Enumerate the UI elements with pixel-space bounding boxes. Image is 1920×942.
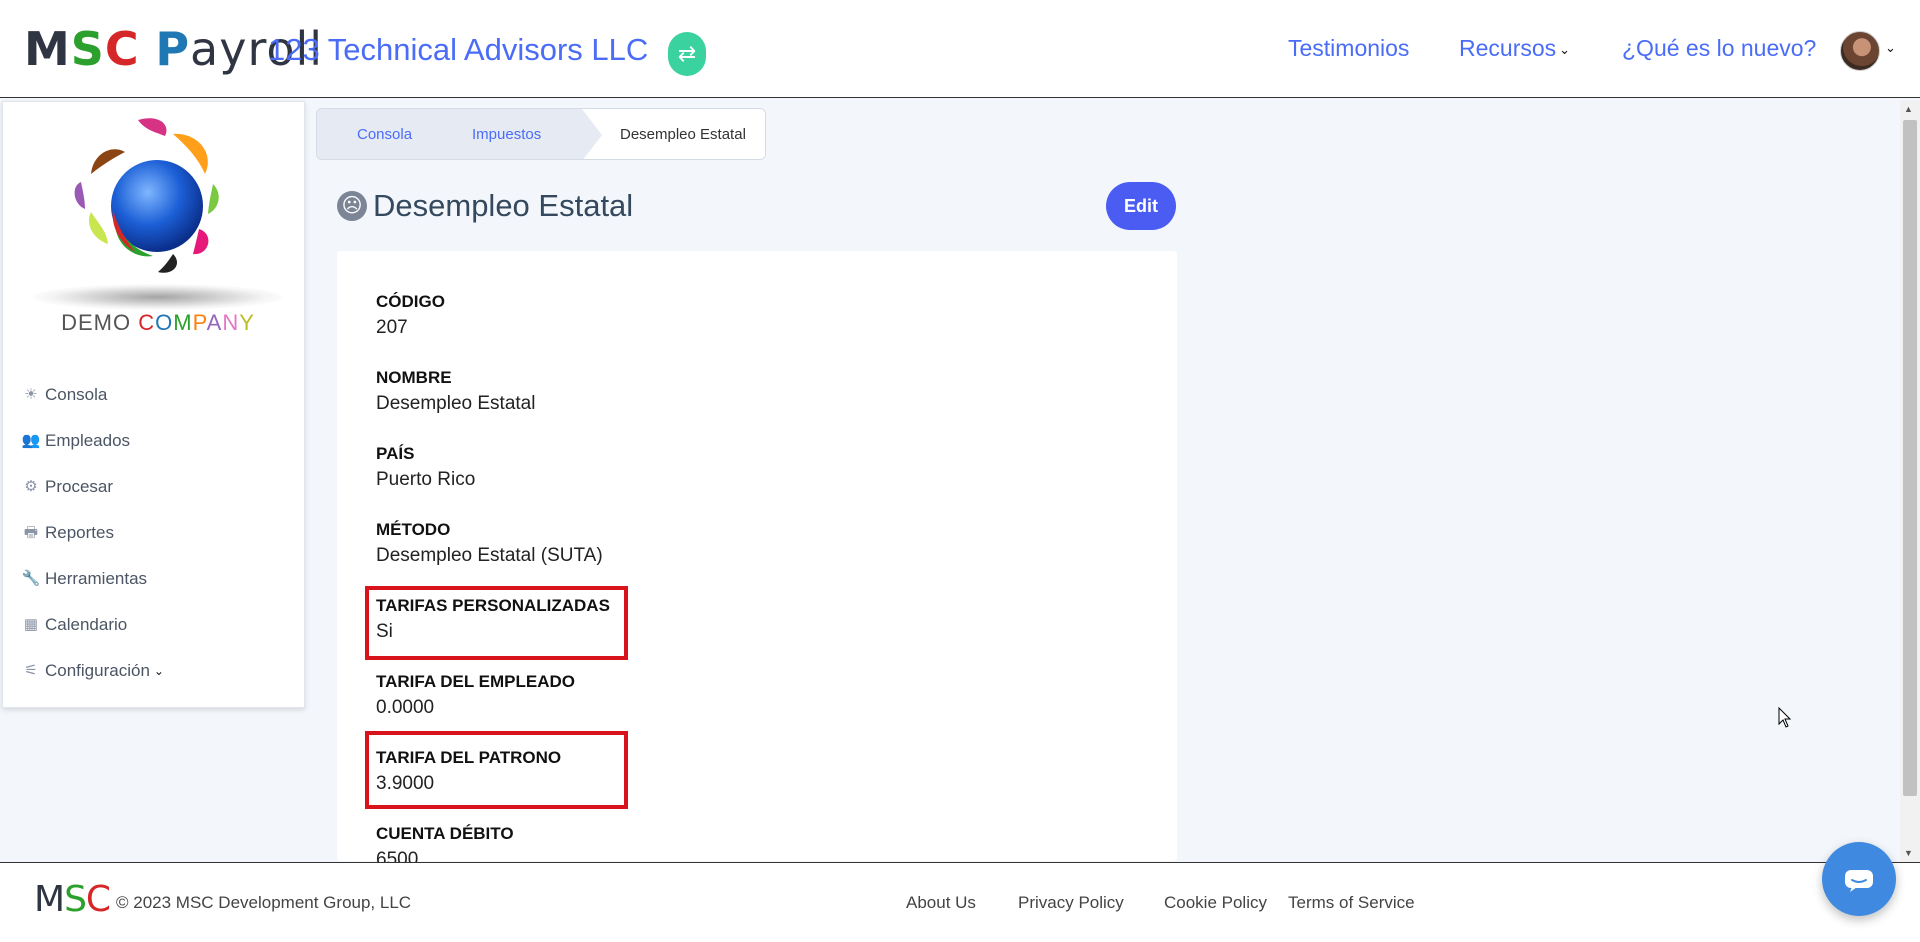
field-tarifa-empleado: TARIFA DEL EMPLEADO 0.0000 bbox=[376, 671, 575, 723]
footer-msc-logo[interactable]: MSC bbox=[34, 879, 111, 920]
logo-letter-s: S bbox=[70, 22, 105, 76]
field-pais: PAÍS Puerto Rico bbox=[376, 443, 475, 495]
logo-letter-c: C bbox=[104, 22, 140, 76]
logo-text-demo: DEMO bbox=[61, 310, 139, 335]
field-tarifa-patrono: TARIFA DEL PATRONO 3.9000 bbox=[376, 747, 561, 799]
chevron-down-icon[interactable]: ⌄ bbox=[1885, 40, 1896, 56]
logo-shadow bbox=[33, 284, 283, 310]
sidebar-item-calendario[interactable]: ▦ Calendario bbox=[21, 602, 164, 648]
breadcrumb: Consola Impuestos Desempleo Estatal bbox=[316, 108, 766, 160]
page-title-row: ☹ Desempleo Estatal bbox=[337, 188, 633, 224]
field-value: Desempleo Estatal (SUTA) bbox=[376, 545, 603, 566]
logo-letter-m: M bbox=[34, 879, 65, 920]
sidebar-item-reportes[interactable]: 🖶 Reportes bbox=[21, 510, 164, 556]
details-card: CÓDIGO 207 NOMBRE Desempleo Estatal PAÍS… bbox=[337, 251, 1177, 870]
field-codigo: CÓDIGO 207 bbox=[376, 291, 445, 343]
field-metodo: MÉTODO Desempleo Estatal (SUTA) bbox=[376, 519, 603, 571]
sidebar-menu: ☀ Consola 👥 Empleados ⚙ Procesar 🖶 Repor… bbox=[21, 372, 164, 694]
user-avatar[interactable] bbox=[1840, 31, 1880, 71]
field-label: PAÍS bbox=[376, 444, 415, 463]
gears-icon: ⚙ bbox=[24, 478, 38, 495]
footer-link-privacy[interactable]: Privacy Policy bbox=[1018, 893, 1124, 913]
wrench-icon: 🔧 bbox=[21, 570, 41, 587]
copyright-text: © 2023 MSC Development Group, LLC bbox=[116, 893, 412, 912]
logo-letter-p: P bbox=[155, 22, 191, 76]
sidebar-item-label: Reportes bbox=[45, 523, 114, 542]
printer-icon: 🖶 bbox=[23, 524, 39, 541]
logo-text-letter: M bbox=[173, 310, 193, 335]
sliders-icon: ⚟ bbox=[24, 662, 38, 679]
footer-link-about[interactable]: About Us bbox=[906, 893, 976, 913]
switch-company-button[interactable]: ⇄ bbox=[668, 32, 706, 76]
swap-arrows-icon: ⇄ bbox=[677, 41, 697, 66]
breadcrumb-consola[interactable]: Consola bbox=[317, 109, 437, 159]
field-value: Si bbox=[376, 621, 393, 642]
field-value: 207 bbox=[376, 317, 408, 338]
chat-button[interactable] bbox=[1822, 842, 1896, 916]
logo-text-letter: Y bbox=[239, 310, 255, 335]
scroll-down-icon[interactable]: ▼ bbox=[1904, 848, 1913, 858]
sidebar-item-configuracion[interactable]: ⚟ Configuración ⌄ bbox=[21, 648, 164, 694]
page-scrollbar[interactable]: ▲ ▼ bbox=[1900, 100, 1920, 862]
field-label: TARIFAS PERSONALIZADAS bbox=[376, 596, 610, 615]
company-name[interactable]: 123 Technical Advisors LLC bbox=[268, 30, 648, 70]
sidebar-item-consola[interactable]: ☀ Consola bbox=[21, 372, 164, 418]
sidebar-item-label: Procesar bbox=[45, 477, 114, 496]
field-label: TARIFA DEL EMPLEADO bbox=[376, 672, 575, 691]
top-header: MSC Payroll 123 Technical Advisors LLC ⇄… bbox=[0, 0, 1920, 98]
breadcrumb-current: Desempleo Estatal bbox=[582, 109, 765, 159]
footer: MSC © 2023 MSC Development Group, LLC Ab… bbox=[0, 862, 1920, 942]
scroll-up-icon[interactable]: ▲ bbox=[1904, 104, 1913, 114]
logo-text-letter: C bbox=[138, 310, 156, 335]
breadcrumb-impuestos[interactable]: Impuestos bbox=[437, 109, 602, 159]
calendar-icon: ▦ bbox=[23, 616, 39, 633]
nav-testimonials[interactable]: Testimonios bbox=[1288, 33, 1409, 63]
logo-text-letter: A bbox=[206, 310, 223, 335]
logo-letter-s: S bbox=[64, 879, 87, 920]
field-tarifas-personalizadas: TARIFAS PERSONALIZADAS Si bbox=[376, 595, 610, 647]
sidebar-item-label: Configuración bbox=[45, 661, 150, 680]
dashboard-icon: ☀ bbox=[24, 386, 38, 403]
sidebar-item-procesar[interactable]: ⚙ Procesar bbox=[21, 464, 164, 510]
demo-company-text: DEMO COMPANY bbox=[23, 310, 293, 336]
footer-link-terms[interactable]: Terms of Service bbox=[1288, 893, 1415, 913]
field-label: MÉTODO bbox=[376, 520, 451, 539]
demo-company-logo: DEMO COMPANY bbox=[23, 114, 293, 344]
field-value: 0.0000 bbox=[376, 697, 435, 718]
field-label: CUENTA DÉBITO bbox=[376, 824, 514, 843]
sad-face-icon: ☹ bbox=[337, 191, 367, 221]
nav-whats-new[interactable]: ¿Qué es lo nuevo? bbox=[1622, 33, 1816, 63]
chat-bubble-icon bbox=[1845, 870, 1873, 893]
sidebar-item-label: Empleados bbox=[45, 431, 131, 450]
chevron-down-icon: ⌄ bbox=[153, 664, 164, 678]
nav-resources[interactable]: Recursos ⌄ bbox=[1459, 33, 1570, 65]
nav-resources-label: Recursos bbox=[1459, 35, 1557, 61]
field-nombre: NOMBRE Desempleo Estatal bbox=[376, 367, 535, 419]
field-value: Puerto Rico bbox=[376, 469, 476, 490]
sidebar-item-empleados[interactable]: 👥 Empleados bbox=[21, 418, 164, 464]
logo-text-letter: O bbox=[155, 310, 174, 335]
field-label: TARIFA DEL PATRONO bbox=[376, 748, 562, 767]
sidebar-item-label: Herramientas bbox=[45, 569, 148, 588]
logo-text-letter: N bbox=[222, 310, 240, 335]
users-icon: 👥 bbox=[21, 432, 41, 449]
field-value: Desempleo Estatal bbox=[376, 393, 536, 414]
field-label: NOMBRE bbox=[376, 368, 452, 387]
logo-text-letter: P bbox=[192, 310, 207, 335]
field-value: 3.9000 bbox=[376, 773, 435, 794]
chevron-down-icon: ⌄ bbox=[1559, 41, 1571, 57]
logo-letter-m: M bbox=[24, 22, 71, 76]
scrollbar-thumb[interactable] bbox=[1903, 120, 1917, 796]
sidebar: DEMO COMPANY ☀ Consola 👥 Empleados ⚙ Pro… bbox=[2, 101, 305, 708]
field-label: CÓDIGO bbox=[376, 292, 445, 311]
sidebar-item-herramientas[interactable]: 🔧 Herramientas bbox=[21, 556, 164, 602]
logo-letter-c: C bbox=[85, 879, 111, 920]
edit-button[interactable]: Edit bbox=[1106, 182, 1176, 230]
footer-link-cookie[interactable]: Cookie Policy bbox=[1164, 893, 1267, 913]
mouse-cursor-icon bbox=[1778, 707, 1792, 728]
page-title: Desempleo Estatal bbox=[373, 188, 634, 223]
sidebar-item-label: Calendario bbox=[45, 615, 128, 634]
sidebar-item-label: Consola bbox=[45, 385, 108, 404]
